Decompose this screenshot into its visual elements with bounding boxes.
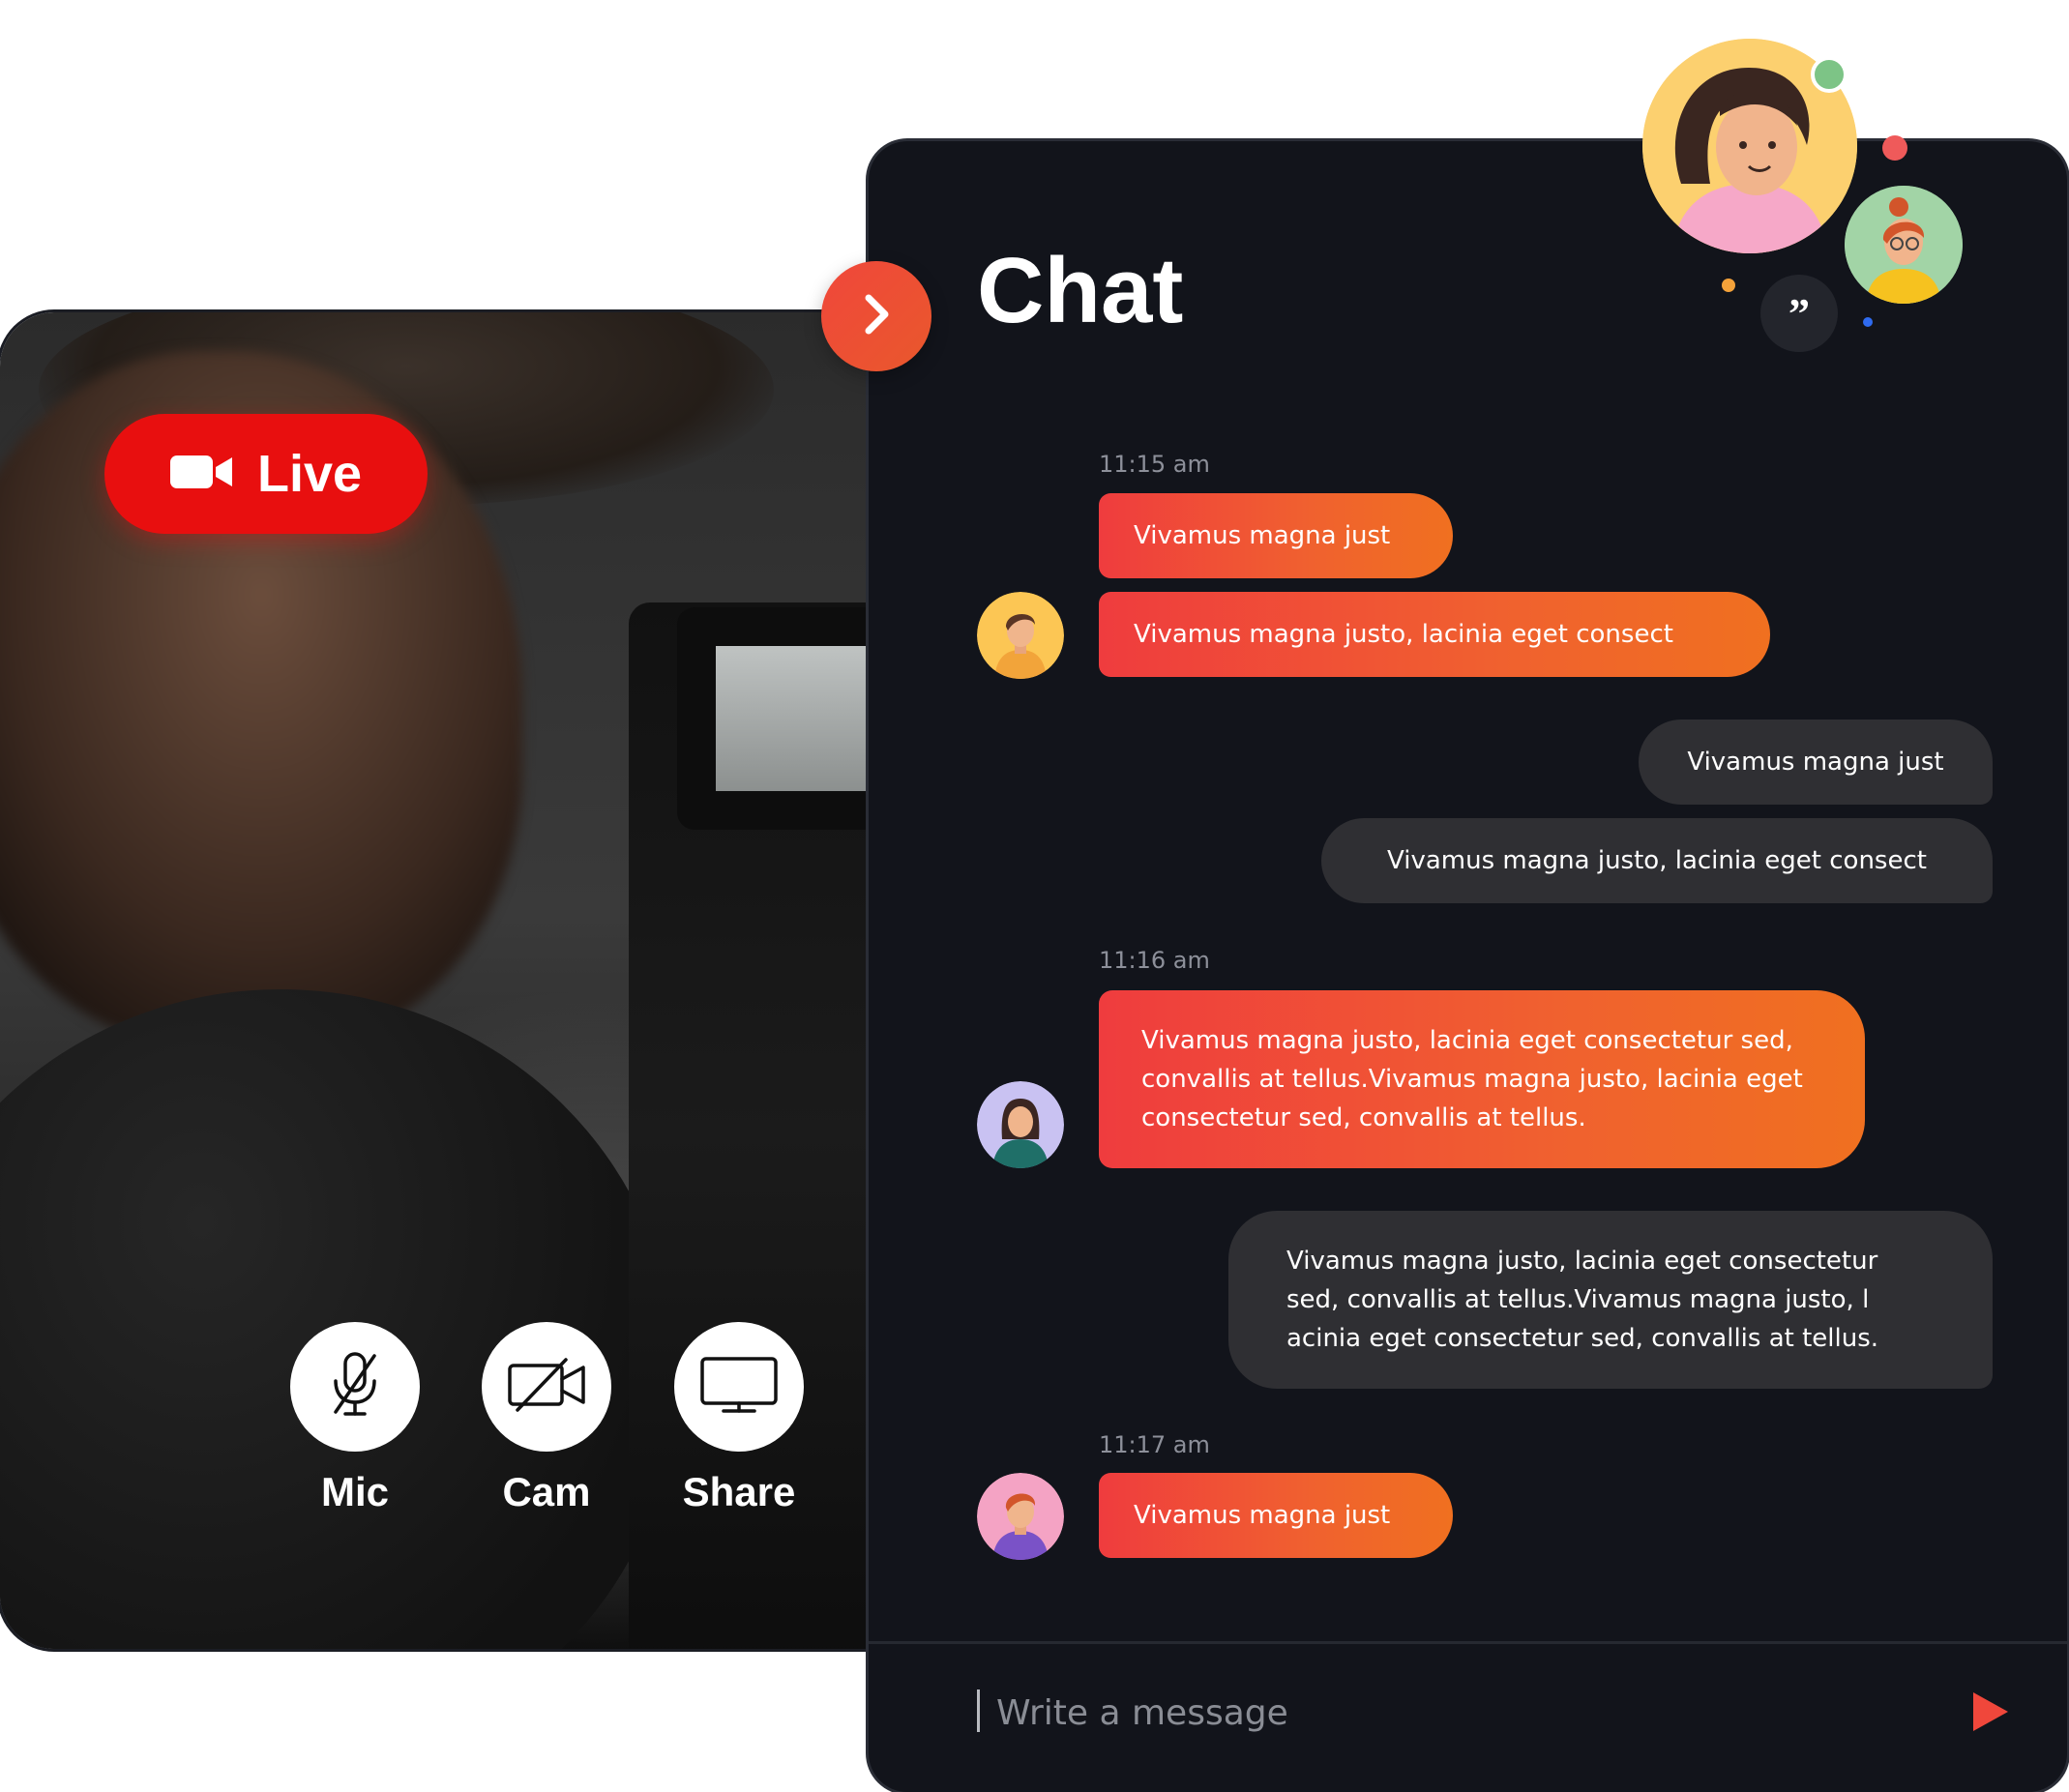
share-control[interactable]: Share [674,1322,804,1515]
screen-share-icon [698,1355,780,1419]
outgoing-message: Vivamus magna justo, lacinia eget consec… [1228,1211,1993,1389]
message-text: Vivamus magna justo, lacinia eget consec… [1134,620,1673,649]
camera-monitor-screen [716,646,890,791]
cam-label: Cam [502,1469,591,1514]
avatar[interactable] [977,1473,1064,1560]
quote-icon: ” [1760,275,1838,352]
chat-panel: Chat 11:15 am Vivamus magna just Vivamus… [869,141,2067,1792]
message-text: Vivamus magna justo, lacinia eget consec… [1286,1247,1879,1353]
incoming-message: Vivamus magna justo, lacinia eget consec… [1099,990,1865,1168]
mic-control[interactable]: Mic [290,1322,420,1515]
online-status-dot [1811,56,1847,93]
mic-button[interactable] [290,1322,420,1452]
live-badge[interactable]: Live [104,414,428,534]
message-timestamp: 11:15 am [1099,451,1210,478]
message-timestamp: 11:16 am [1099,947,1210,974]
decorative-dot [1882,135,1907,161]
incoming-message: Vivamus magna just [1099,493,1453,578]
chat-title: Chat [977,239,1184,342]
chevron-right-icon [859,292,894,340]
camera-off-icon [506,1356,587,1418]
camera-monitor [677,607,890,830]
video-camera-icon [169,454,234,494]
share-button[interactable] [674,1322,804,1452]
decorative-dot [1863,317,1873,327]
message-text: Vivamus magna justo, lacinia eget consec… [1387,846,1927,875]
outgoing-message: Vivamus magna just [1639,720,1993,805]
incoming-message: Vivamus magna justo, lacinia eget consec… [1099,592,1770,677]
cam-button[interactable] [482,1322,611,1452]
text-caret [977,1689,980,1732]
mic-label: Mic [320,1469,389,1514]
send-button[interactable] [1962,1685,2020,1743]
incoming-message: Vivamus magna just [1099,1473,1453,1558]
message-text: Vivamus magna just [1134,1501,1391,1530]
message-input[interactable] [994,1683,1869,1743]
decorative-dot [1722,279,1735,292]
message-text: Vivamus magna justo, lacinia eget consec… [1141,1026,1803,1132]
mic-off-icon [324,1350,386,1424]
message-timestamp: 11:17 am [1099,1431,1210,1458]
input-divider [869,1641,2067,1644]
message-text: Vivamus magna just [1687,748,1944,777]
avatar[interactable] [977,592,1064,679]
expand-chat-button[interactable] [821,261,931,371]
video-background-shoulder [0,989,677,1649]
avatar[interactable] [977,1081,1064,1168]
send-icon [1971,1690,2010,1737]
message-text: Vivamus magna just [1134,521,1391,550]
participant-avatar-small [1845,186,1963,304]
share-label: Share [682,1469,796,1514]
live-badge-label: Live [256,445,363,503]
cam-control[interactable]: Cam [482,1322,611,1515]
outgoing-message: Vivamus magna justo, lacinia eget consec… [1321,818,1993,903]
